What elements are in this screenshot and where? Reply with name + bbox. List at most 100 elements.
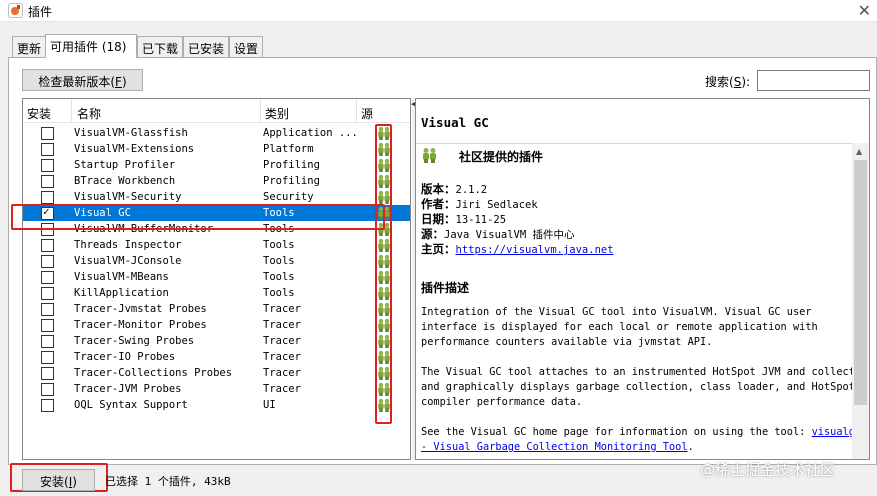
table-row[interactable]: BTrace Workbench Profiling: [23, 173, 410, 189]
table-row[interactable]: VisualVM-Extensions Platform: [23, 141, 410, 157]
plugin-category: Tracer: [263, 351, 301, 363]
column-category[interactable]: 类别: [261, 99, 357, 123]
visualgc-link-continued[interactable]: - Visual Garbage Collection Monitoring T…: [421, 441, 688, 453]
author-row: 作者：Jiri Sedlacek: [421, 196, 538, 212]
tab-installed[interactable]: 已安装: [183, 36, 229, 57]
homepage-link[interactable]: https://visualvm.java.net: [456, 244, 614, 256]
install-checkbox[interactable]: [41, 255, 54, 268]
table-row[interactable]: Tracer-Monitor Probes Tracer: [23, 317, 410, 333]
plugin-name: VisualVM-MBeans: [74, 271, 169, 283]
table-row[interactable]: Threads Inspector Tools: [23, 237, 410, 253]
scroll-thumb[interactable]: [854, 160, 867, 405]
install-checkbox[interactable]: [41, 335, 54, 348]
plugin-table[interactable]: 安装 名称 类别 源 VisualVM-Glassfish Application…: [22, 98, 411, 460]
check-latest-button[interactable]: 检查最新版本(F): [22, 69, 143, 91]
plugin-category: Application ...: [263, 127, 358, 139]
author-value: Jiri Sedlacek: [455, 199, 538, 211]
plugin-name: BTrace Workbench: [74, 175, 176, 187]
plugin-name: VisualVM-Security: [74, 191, 182, 203]
scroll-up-arrow-icon[interactable]: ▲: [856, 147, 862, 156]
table-row[interactable]: OQL Syntax Support UI: [23, 397, 410, 413]
plugin-name: VisualVM-Extensions: [74, 143, 195, 155]
install-checkbox[interactable]: [41, 159, 54, 172]
column-name[interactable]: 名称: [72, 99, 261, 123]
description-line: The Visual GC tool attaches to an instru…: [421, 366, 862, 378]
plugin-name: Startup Profiler: [74, 159, 176, 171]
table-row[interactable]: Tracer-Jvmstat Probes Tracer: [23, 301, 410, 317]
install-checkbox[interactable]: [41, 367, 54, 380]
table-row[interactable]: VisualVM-MBeans Tools: [23, 269, 410, 285]
plugin-name: VisualVM-JConsole: [74, 255, 182, 267]
install-checkbox[interactable]: [41, 127, 54, 140]
install-checkbox[interactable]: [41, 191, 54, 204]
plugin-name: Tracer-Jvmstat Probes: [74, 303, 207, 315]
plugin-category: Tools: [263, 239, 295, 251]
install-checkbox[interactable]: [41, 239, 54, 252]
source-row: 源：Java VisualVM 插件中心: [421, 226, 575, 242]
plugin-name: Threads Inspector: [74, 239, 182, 251]
plugin-name: Tracer-IO Probes: [74, 351, 176, 363]
description-line: performance counters available via jvmst…: [421, 336, 713, 348]
close-icon[interactable]: ✕: [858, 1, 871, 20]
plugin-category: Tools: [263, 271, 295, 283]
detail-scrollbar[interactable]: ▲: [852, 143, 869, 459]
install-checkbox[interactable]: [41, 319, 54, 332]
column-source[interactable]: 源: [357, 99, 410, 123]
table-row[interactable]: Tracer-IO Probes Tracer: [23, 349, 410, 365]
table-row[interactable]: VisualVM-Security Security: [23, 189, 410, 205]
install-checkbox[interactable]: [41, 351, 54, 364]
install-checkbox[interactable]: [41, 175, 54, 188]
author-label: 作者：: [421, 197, 456, 211]
description-line: and graphically displays garbage collect…: [421, 381, 855, 393]
plugin-category: Security: [263, 191, 314, 203]
search-input[interactable]: [757, 70, 870, 91]
version-row: 版本：2.1.2: [421, 181, 487, 197]
plugin-detail: Visual GC 社区提供的插件 版本：2.1.2 作者：Jiri Sedla…: [415, 98, 870, 460]
title-bar: 插件 ✕: [0, 0, 877, 22]
plugin-category: Tracer: [263, 335, 301, 347]
plugin-name: Tracer-Monitor Probes: [74, 319, 207, 331]
table-row[interactable]: Tracer-Collections Probes Tracer: [23, 365, 410, 381]
install-checkbox[interactable]: [41, 303, 54, 316]
app-icon: [8, 3, 23, 18]
install-button[interactable]: 安装(I): [22, 469, 95, 491]
tab-available-plugins[interactable]: 可用插件 (18): [45, 34, 137, 58]
description-paragraph-2: The Visual GC tool attaches to an instru…: [421, 365, 862, 410]
plugin-category: Platform: [263, 143, 314, 155]
install-checkbox[interactable]: [41, 399, 54, 412]
install-label-end: ): [72, 475, 77, 489]
date-label: 日期：: [421, 212, 456, 226]
watermark: @稀土掘金技术社区: [700, 461, 836, 479]
tab-updates[interactable]: 更新: [12, 36, 46, 57]
description-paragraph-3: See the Visual GC home page for informat…: [421, 425, 861, 455]
homepage-row: 主页：https://visualvm.java.net: [421, 241, 614, 257]
window-title: 插件: [28, 5, 53, 19]
plugin-category: UI: [263, 399, 276, 411]
description-heading: 插件描述: [421, 281, 470, 295]
highlight-box-source-column: [375, 124, 392, 424]
table-row[interactable]: VisualVM-JConsole Tools: [23, 253, 410, 269]
plugin-name: Tracer-Swing Probes: [74, 335, 195, 347]
tab-downloaded[interactable]: 已下载: [137, 36, 183, 57]
plugin-category: Tracer: [263, 367, 301, 379]
check-latest-label: 检查最新版本(: [38, 75, 116, 89]
sentence-end: .: [687, 441, 694, 453]
tab-settings[interactable]: 设置: [229, 36, 263, 57]
plugin-category: Tools: [263, 287, 295, 299]
install-checkbox[interactable]: [41, 143, 54, 156]
table-row[interactable]: KillApplication Tools: [23, 285, 410, 301]
table-row[interactable]: Startup Profiler Profiling: [23, 157, 410, 173]
table-row[interactable]: Tracer-Swing Probes Tracer: [23, 333, 410, 349]
description-line: interface is displayed for each local or…: [421, 321, 818, 333]
column-install[interactable]: 安装: [23, 99, 72, 123]
install-checkbox[interactable]: [41, 287, 54, 300]
table-row[interactable]: Tracer-JVM Probes Tracer: [23, 381, 410, 397]
date-value: 13-11-25: [455, 214, 507, 226]
install-checkbox[interactable]: [41, 271, 54, 284]
table-row[interactable]: VisualVM-Glassfish Application ...: [23, 125, 410, 141]
community-icon: [423, 148, 436, 163]
source-value: Java VisualVM 插件中心: [444, 229, 575, 241]
description-line: - Visual Garbage Collection Monitoring T…: [421, 440, 851, 455]
install-checkbox[interactable]: [41, 383, 54, 396]
homepage-label: 主页：: [421, 242, 456, 256]
